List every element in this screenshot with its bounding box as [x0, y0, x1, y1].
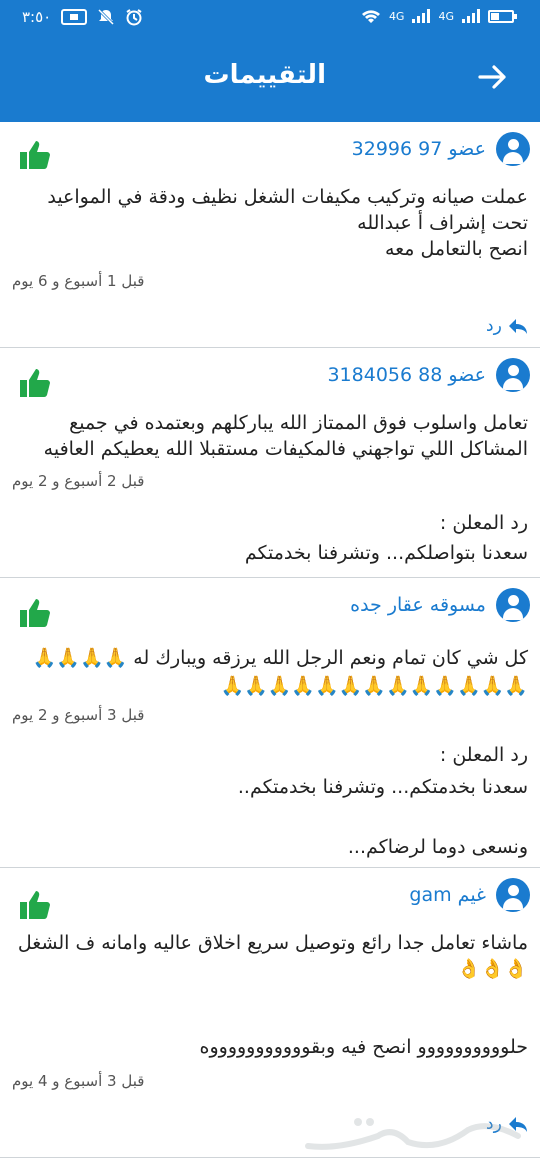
- reply-label: رد: [486, 316, 502, 336]
- reviewer-name[interactable]: عضو 97 32996: [352, 138, 486, 160]
- review-text: تعامل واسلوب فوق الممتاز الله يباركلهم و…: [43, 412, 528, 460]
- status-left: ٣:٥٠: [22, 8, 143, 26]
- status-right: 4G 4G: [361, 8, 517, 24]
- app-header: التقييمات: [0, 36, 540, 122]
- reviewer-header: غيم gam: [409, 878, 530, 912]
- user-avatar-icon: [496, 588, 530, 622]
- watermark-logo: [305, 1118, 521, 1150]
- review-text: عملت صيانه وتركيب مكيفات الشغل نظيف ودقة…: [47, 186, 528, 260]
- owner-reply-text: سعدنا بخدمتكم... وتشرفنا بخدمتكم.. ونسعى…: [237, 776, 528, 858]
- thumbs-up-icon: [20, 891, 50, 919]
- user-avatar-icon: [496, 132, 530, 166]
- reply-arrow-icon: [508, 319, 527, 334]
- review-text: ماشاء تعامل جدا رائع وتوصيل سريع اخلاق ع…: [17, 932, 528, 1058]
- thumbs-up-icon: [20, 599, 50, 627]
- alarm-icon: [126, 9, 142, 26]
- thumbs-up-icon: [20, 369, 50, 397]
- page-title: التقييمات: [203, 60, 326, 90]
- signal-icon-2: [462, 9, 480, 23]
- reviewer-name[interactable]: مسوقه عقار جده: [350, 594, 486, 616]
- review-time: قبل 3 أسبوع و 4 يوم: [12, 1072, 145, 1090]
- owner-reply-text: سعدنا بتواصلكم... وتشرفنا بخدمتكم: [244, 542, 528, 564]
- review-time: قبل 3 أسبوع و 2 يوم: [12, 706, 145, 724]
- owner-reply-label: رد المعلن :: [439, 512, 528, 534]
- screen-record-icon: [61, 9, 88, 25]
- reviewer-name[interactable]: غيم gam: [409, 884, 486, 906]
- wifi-icon: [361, 10, 380, 23]
- review-time: قبل 2 أسبوع و 2 يوم: [12, 472, 145, 490]
- mute-icon: [98, 8, 115, 26]
- owner-reply-label: رد المعلن :: [439, 744, 528, 766]
- reviewer-name[interactable]: عضو 88 3184056: [327, 364, 486, 386]
- reviewer-header: عضو 88 3184056: [327, 358, 530, 392]
- signal-icon: [412, 9, 431, 23]
- review-text: كل شي كان تمام ونعم الرجل الله يرزقه ويب…: [32, 647, 528, 697]
- status-time: ٣:٥٠: [22, 8, 52, 26]
- network-type-2: 4G: [438, 9, 454, 23]
- review-card: مسوقه عقار جده كل شي كان تمام ونعم الرجل…: [0, 578, 540, 868]
- user-avatar-icon: [496, 878, 530, 912]
- review-card: عضو 97 32996 عملت صيانه وتركيب مكيفات ال…: [0, 122, 540, 348]
- user-avatar-icon: [496, 358, 530, 392]
- status-bar: ٣:٥٠ 4G 4G: [0, 0, 540, 36]
- back-arrow-icon[interactable]: [476, 60, 510, 94]
- reviewer-header: عضو 97 32996: [352, 132, 530, 166]
- review-card: عضو 88 3184056 تعامل واسلوب فوق الممتاز …: [0, 348, 540, 578]
- reply-button[interactable]: رد: [486, 316, 528, 336]
- review-time: قبل 1 أسبوع و 6 يوم: [12, 272, 145, 290]
- network-type-1: 4G: [388, 9, 405, 23]
- battery-icon: [488, 9, 517, 23]
- thumbs-up-icon: [20, 141, 50, 169]
- reviewer-header: مسوقه عقار جده: [350, 588, 530, 622]
